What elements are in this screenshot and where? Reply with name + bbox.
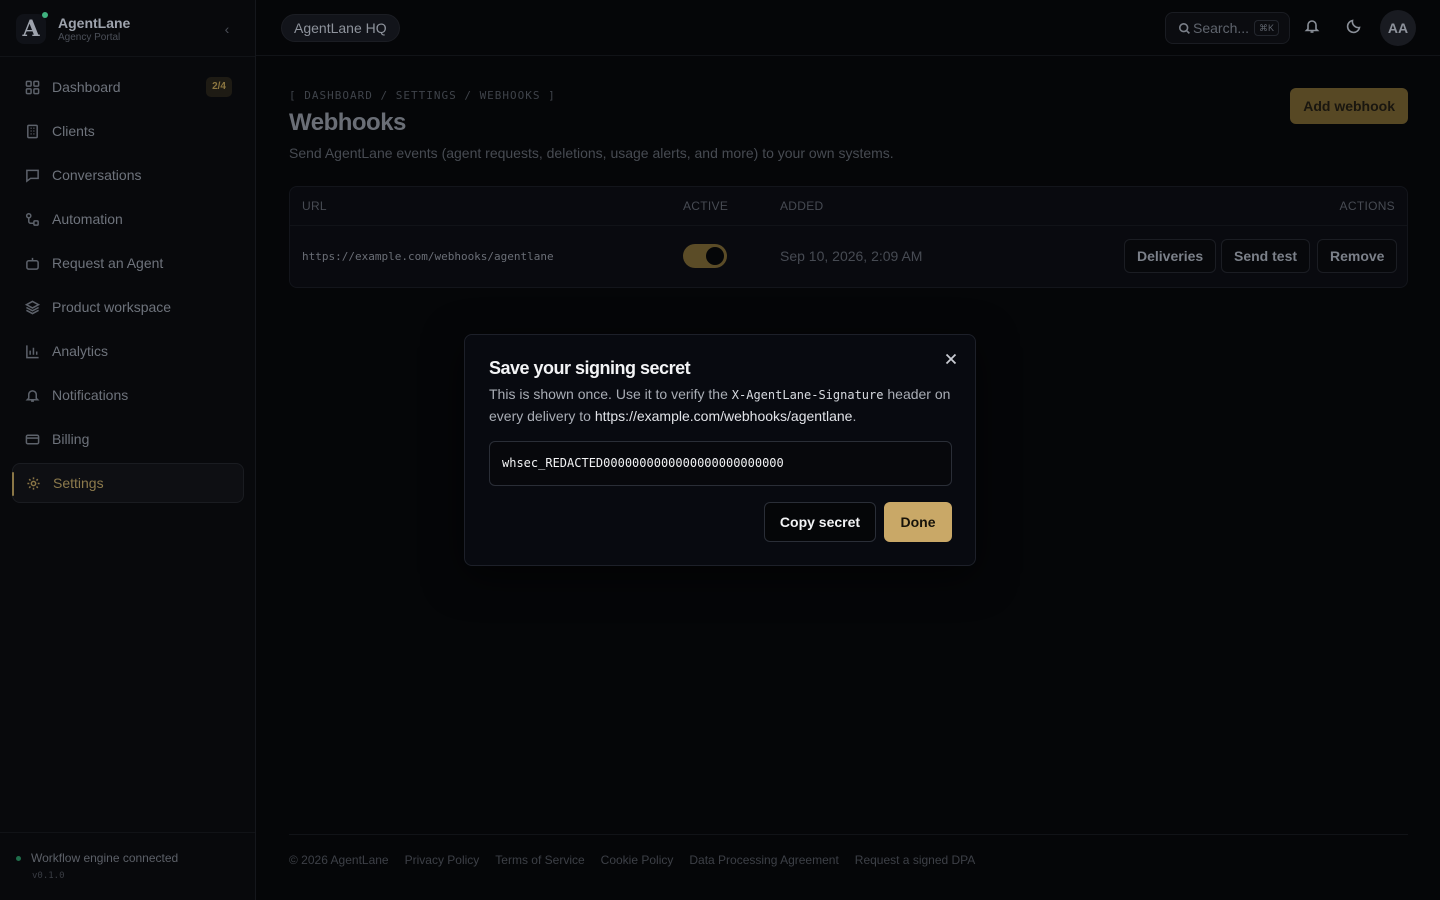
sidebar-item-label: Analytics bbox=[52, 343, 109, 359]
notifications-button[interactable] bbox=[1302, 16, 1322, 36]
sidebar-item-label: Product workspace bbox=[52, 299, 172, 315]
page-description: Send AgentLane events (agent requests, d… bbox=[289, 145, 894, 161]
sidebar-item-label: Settings bbox=[53, 475, 104, 491]
online-dot bbox=[42, 12, 48, 18]
sidebar-item-label: Dashboard bbox=[52, 79, 121, 95]
brand-logo: A bbox=[16, 12, 48, 44]
search-icon bbox=[1178, 22, 1190, 34]
progress-badge: 2/4 bbox=[206, 77, 232, 97]
dialog-description: This is shown once. Use it to verify the… bbox=[489, 386, 951, 424]
send-test-button[interactable]: Send test bbox=[1221, 239, 1311, 273]
add-webhook-button[interactable]: Add webhook bbox=[1290, 88, 1408, 124]
sidebar-item-product-workspace[interactable]: Product workspace bbox=[12, 287, 244, 327]
footer-link-dpa[interactable]: Data Processing Agreement bbox=[689, 853, 838, 867]
search-shortcut: ⌘K bbox=[1253, 20, 1279, 36]
page-title: Webhooks bbox=[289, 109, 406, 136]
sidebar-item-label: Clients bbox=[52, 123, 95, 139]
app-root: A AgentLane Agency Portal ‹ Dashboard 2/… bbox=[0, 0, 1440, 900]
breadcrumb: [ DASHBOARD / SETTINGS / WEBHOOKS ] bbox=[289, 89, 556, 102]
column-header-active: ACTIVE bbox=[683, 199, 729, 213]
sidebar-item-automation[interactable]: Automation bbox=[12, 199, 244, 239]
column-header-added: ADDED bbox=[780, 199, 824, 213]
sidebar-item-request-agent[interactable]: Request an Agent bbox=[12, 243, 244, 283]
done-button[interactable]: Done bbox=[884, 502, 952, 542]
active-toggle[interactable] bbox=[683, 244, 727, 268]
status-dot bbox=[16, 855, 21, 861]
copyright: © 2026 AgentLane bbox=[289, 853, 389, 867]
workflow-icon bbox=[24, 211, 40, 227]
dialog-title: Save your signing secret bbox=[489, 358, 691, 378]
footer: © 2026 AgentLane Privacy Policy Terms of… bbox=[289, 853, 991, 867]
copy-secret-button[interactable]: Copy secret bbox=[764, 502, 876, 542]
card-icon bbox=[24, 431, 40, 447]
column-header-actions: ACTIONS bbox=[1339, 199, 1395, 213]
signature-header-name: X-AgentLane-Signature bbox=[731, 388, 884, 402]
bell-icon bbox=[24, 387, 40, 403]
sidebar-item-label: Notifications bbox=[52, 387, 129, 403]
sidebar-item-settings[interactable]: Settings bbox=[12, 463, 244, 503]
sidebar-item-analytics[interactable]: Analytics bbox=[12, 331, 244, 371]
footer-link-privacy[interactable]: Privacy Policy bbox=[405, 853, 480, 867]
column-header-url: URL bbox=[302, 199, 327, 213]
table-row: https://example.com/webhooks/agentlane S… bbox=[290, 226, 1407, 287]
footer-link-request-dpa[interactable]: Request a signed DPA bbox=[855, 853, 976, 867]
sidebar-item-notifications[interactable]: Notifications bbox=[12, 375, 244, 415]
delivery-url: https://example.com/webhooks/agentlane bbox=[594, 408, 853, 424]
bar-chart-icon bbox=[24, 343, 40, 359]
brand-name: AgentLane bbox=[58, 15, 131, 31]
chat-icon bbox=[24, 167, 40, 183]
brand-subtitle: Agency Portal bbox=[58, 32, 121, 43]
signing-secret-dialog: Save your signing secret This is shown o… bbox=[464, 334, 976, 566]
bot-icon bbox=[24, 255, 40, 271]
sidebar-item-label: Billing bbox=[52, 431, 90, 447]
sidebar-item-conversations[interactable]: Conversations bbox=[12, 155, 244, 195]
sidebar-item-label: Conversations bbox=[52, 167, 142, 183]
remove-button[interactable]: Remove bbox=[1317, 239, 1398, 273]
theme-toggle-button[interactable] bbox=[1344, 16, 1364, 36]
signing-secret-field[interactable]: whsec_REDACTED0000000000000000000000000 bbox=[489, 441, 952, 486]
sidebar: A AgentLane Agency Portal ‹ Dashboard 2/… bbox=[0, 0, 256, 900]
engine-status: Workflow engine connected bbox=[16, 851, 178, 865]
search-input[interactable]: Search... ⌘K bbox=[1165, 12, 1290, 44]
footer-link-terms[interactable]: Terms of Service bbox=[495, 853, 584, 867]
sidebar-item-dashboard[interactable]: Dashboard 2/4 bbox=[12, 67, 244, 107]
footer-divider bbox=[289, 834, 1408, 835]
webhook-url: https://example.com/webhooks/agentlane bbox=[302, 250, 554, 263]
footer-link-cookies[interactable]: Cookie Policy bbox=[601, 853, 674, 867]
sidebar-item-label: Automation bbox=[52, 211, 123, 227]
table-header: URL ACTIVE ADDED ACTIONS bbox=[290, 187, 1407, 226]
sidebar-item-clients[interactable]: Clients bbox=[12, 111, 244, 151]
avatar[interactable]: AA bbox=[1380, 10, 1416, 46]
grid-icon bbox=[24, 79, 40, 95]
toggle-knob bbox=[706, 247, 724, 265]
divider bbox=[0, 56, 255, 57]
search-placeholder: Search... bbox=[1193, 20, 1250, 36]
brand[interactable]: A AgentLane Agency Portal ‹ bbox=[16, 10, 240, 48]
webhooks-table: URL ACTIVE ADDED ACTIONS https://example… bbox=[289, 186, 1408, 288]
added-date: Sep 10, 2026, 2:09 AM bbox=[780, 248, 923, 264]
gear-icon bbox=[25, 475, 41, 491]
status-text: Workflow engine connected bbox=[31, 851, 179, 865]
building-icon bbox=[24, 123, 40, 139]
workspace-switcher[interactable]: AgentLane HQ bbox=[281, 14, 400, 42]
topbar: AgentLane HQ Search... ⌘K AA bbox=[256, 0, 1440, 56]
deliveries-button[interactable]: Deliveries bbox=[1124, 239, 1217, 273]
sidebar-item-billing[interactable]: Billing bbox=[12, 419, 244, 459]
version-label: v0.1.0 bbox=[32, 871, 65, 881]
moon-icon bbox=[1346, 19, 1361, 34]
close-icon[interactable] bbox=[943, 351, 959, 367]
sidebar-nav: Dashboard 2/4 Clients Conversations Auto… bbox=[12, 67, 244, 507]
sidebar-item-label: Request an Agent bbox=[52, 255, 164, 271]
bell-icon bbox=[1304, 20, 1320, 33]
layers-icon bbox=[24, 299, 40, 315]
sidebar-footer: Workflow engine connected v0.1.0 bbox=[0, 832, 255, 900]
collapse-sidebar-icon[interactable]: ‹ bbox=[218, 20, 236, 38]
